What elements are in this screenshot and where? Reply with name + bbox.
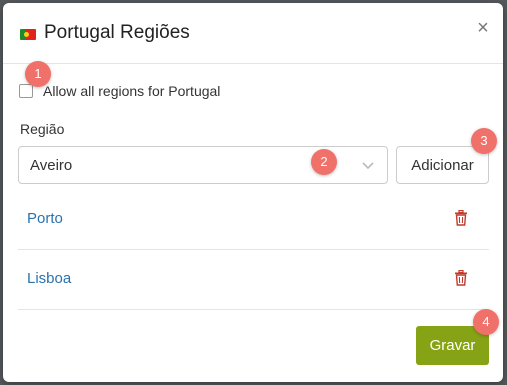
step-badge-3: 3	[471, 128, 497, 154]
chevron-down-icon	[362, 162, 374, 170]
region-label: Região	[20, 121, 65, 137]
allow-all-regions-checkbox[interactable]	[19, 84, 33, 98]
trash-icon[interactable]	[454, 270, 468, 286]
portugal-regions-dialog: Portugal Regiões × Allow all regions for…	[3, 3, 503, 382]
portugal-flag-icon	[20, 29, 36, 40]
region-link-porto[interactable]: Porto	[27, 210, 63, 227]
close-icon[interactable]: ×	[475, 18, 491, 38]
allow-all-regions-label[interactable]: Allow all regions for Portugal	[43, 83, 220, 99]
step-badge-1: 1	[25, 61, 51, 87]
dialog-title: Portugal Regiões	[44, 22, 190, 43]
region-link-lisboa[interactable]: Lisboa	[27, 270, 71, 287]
dialog-header: Portugal Regiões ×	[3, 3, 503, 64]
step-badge-2: 2	[311, 149, 337, 175]
region-row: Lisboa	[18, 250, 489, 310]
region-select-value: Aveiro	[30, 157, 73, 174]
step-badge-4: 4	[473, 309, 499, 335]
region-row: Porto	[18, 190, 489, 250]
trash-icon[interactable]	[454, 210, 468, 226]
add-region-button[interactable]: Adicionar	[396, 146, 489, 184]
